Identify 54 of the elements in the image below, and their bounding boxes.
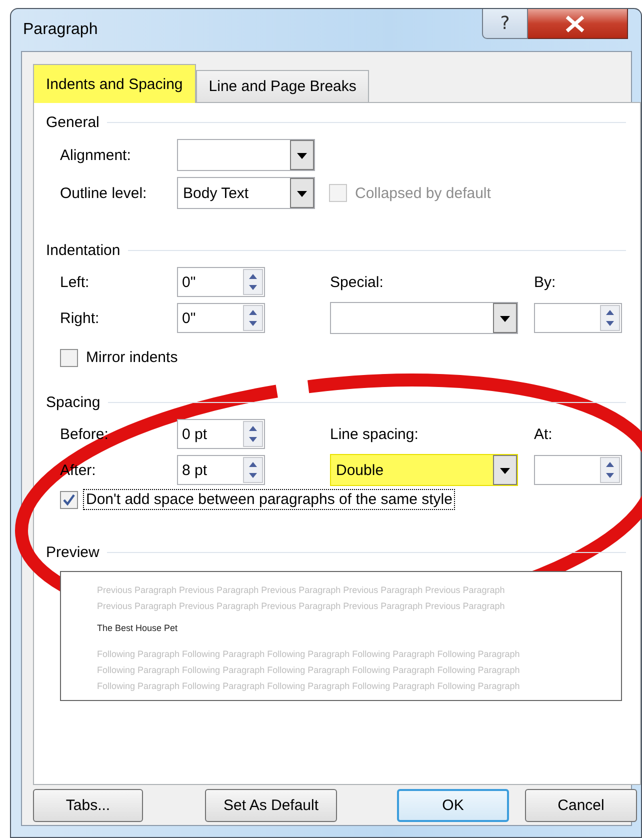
dropdown[interactable] [177, 139, 315, 171]
checkbox[interactable] [60, 348, 78, 366]
field-label: By: [534, 274, 557, 290]
spinner-arrows-icon[interactable] [243, 457, 263, 483]
field-label: Line spacing: [330, 426, 420, 442]
field-label: Before: [60, 426, 110, 442]
checkbox-label: Mirror indents [85, 348, 179, 367]
dropdown[interactable] [330, 302, 518, 334]
spin-field[interactable]: 0" [177, 267, 265, 297]
spin-field[interactable]: 0" [177, 303, 265, 333]
spinner-arrows-icon[interactable] [243, 421, 263, 447]
spinner-arrows-icon[interactable] [243, 269, 263, 295]
spinner-arrows-icon[interactable] [600, 457, 620, 483]
dialog-button[interactable]: OK [397, 789, 509, 822]
spin-field[interactable] [534, 303, 622, 333]
preview-text: Following Paragraph Following Paragraph Following Paragraph Following Paragraph Following Paragraph [97, 680, 521, 693]
preview-sample-text: The Best House Pet [97, 622, 179, 635]
help-button[interactable]: ? [482, 9, 528, 39]
checkbox[interactable] [60, 490, 78, 508]
section-title: Indentation [46, 242, 120, 258]
spin-field[interactable]: 8 pt [177, 455, 265, 485]
section-title: Spacing [46, 394, 100, 410]
section-title: General [46, 114, 100, 130]
section-title: Preview [46, 544, 100, 560]
checkbox-label: Don't add space between paragraphs of the same style [84, 490, 454, 509]
close-button[interactable] [528, 9, 628, 39]
close-icon[interactable] [564, 14, 586, 32]
spinner-arrows-icon[interactable] [600, 305, 620, 331]
spin-field[interactable] [534, 455, 622, 485]
dropdown[interactable]: Double [330, 454, 518, 486]
spinner-arrows-icon[interactable] [243, 305, 263, 331]
dropdown[interactable]: Body Text [177, 177, 315, 209]
caret-icon[interactable] [290, 140, 314, 170]
tab[interactable]: Line and Page Breaks [196, 70, 370, 102]
dialog-button[interactable]: Tabs... [33, 789, 143, 822]
field-label: Left: [60, 274, 90, 290]
preview-text: Previous Paragraph Previous Paragraph Previous Paragraph Previous Paragraph Previous Paragraph [97, 600, 506, 613]
field-label: Outline level: [60, 184, 148, 202]
field-label: Right: [60, 310, 100, 326]
caret-icon[interactable] [493, 303, 517, 333]
caret-icon[interactable] [290, 178, 314, 208]
caret-icon[interactable] [493, 455, 517, 485]
tab[interactable]: Indents and Spacing [33, 64, 196, 103]
field-label: At: [534, 426, 554, 442]
field-label: Alignment: [60, 146, 132, 164]
window-title: Paragraph [22, 21, 98, 39]
checkbox-label: Collapsed by default [354, 184, 492, 202]
dialog-button[interactable]: Cancel [525, 789, 637, 822]
dialog-button[interactable]: Set As Default [205, 789, 337, 822]
field-label: Special: [330, 274, 384, 290]
preview-text: Following Paragraph Following Paragraph Following Paragraph Following Paragraph Following Paragraph [97, 664, 521, 677]
spin-field[interactable]: 0 pt [177, 419, 265, 449]
preview-text: Previous Paragraph Previous Paragraph Previous Paragraph Previous Paragraph Previous Paragraph [97, 584, 506, 597]
preview-text: Following Paragraph Following Paragraph Following Paragraph Following Paragraph Following Paragraph [97, 648, 521, 661]
